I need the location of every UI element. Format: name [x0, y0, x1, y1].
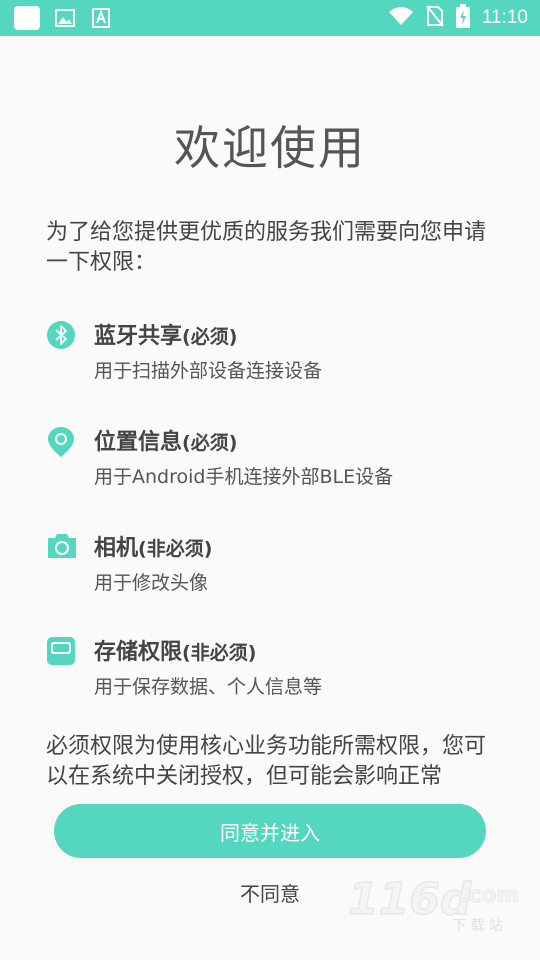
permission-desc: 用于修改头像 [94, 572, 209, 594]
storage-icon [46, 636, 76, 666]
permission-item-location: 位置信息(必须) 用于Android手机连接外部BLE设备 [46, 424, 506, 494]
camera-icon [46, 532, 76, 562]
wifi-icon [388, 6, 414, 30]
permission-notice: 必须权限为使用核心业务功能所需权限，您可以在系统中关闭授权，但可能会影响正常 [46, 734, 487, 789]
svg-text:下 载 站: 下 载 站 [452, 918, 503, 934]
permission-desc: 用于Android手机连接外部BLE设备 [94, 466, 394, 488]
bluetooth-icon [46, 320, 76, 350]
permission-item-storage: 存储权限(非必须) 用于保存数据、个人信息等 [46, 634, 506, 704]
permission-desc: 用于扫描外部设备连接设备 [94, 360, 323, 382]
permission-title: 相机(非必须) [94, 536, 213, 561]
permission-title: 蓝牙共享(必须) [94, 324, 238, 349]
image-icon [54, 7, 76, 29]
permission-item-bluetooth: 蓝牙共享(必须) 用于扫描外部设备连接设备 [46, 318, 506, 388]
watermark-logo: 116d .com 下 载 站 [347, 862, 520, 942]
location-icon [46, 426, 76, 457]
permission-title: 存储权限(非必须) [94, 640, 257, 665]
no-sim-icon [426, 5, 444, 31]
agree-button[interactable]: 同意并进入 [54, 804, 486, 858]
intro-text: 为了给您提供更优质的服务我们需要向您申请一下权限： [46, 220, 487, 275]
font-a-icon [90, 7, 112, 29]
page-title: 欢迎使用 [174, 121, 366, 175]
status-time: 11:10 [481, 7, 528, 28]
svg-text:.com: .com [460, 883, 518, 908]
permission-title: 位置信息(必须) [94, 430, 238, 455]
app-square-icon [14, 6, 40, 30]
notice-fade [0, 785, 540, 801]
permission-desc: 用于保存数据、个人信息等 [94, 676, 323, 698]
battery-charging-icon [455, 4, 470, 32]
status-bar: 11:10 [0, 0, 540, 36]
permission-item-camera: 相机(非必须) 用于修改头像 [46, 530, 506, 600]
